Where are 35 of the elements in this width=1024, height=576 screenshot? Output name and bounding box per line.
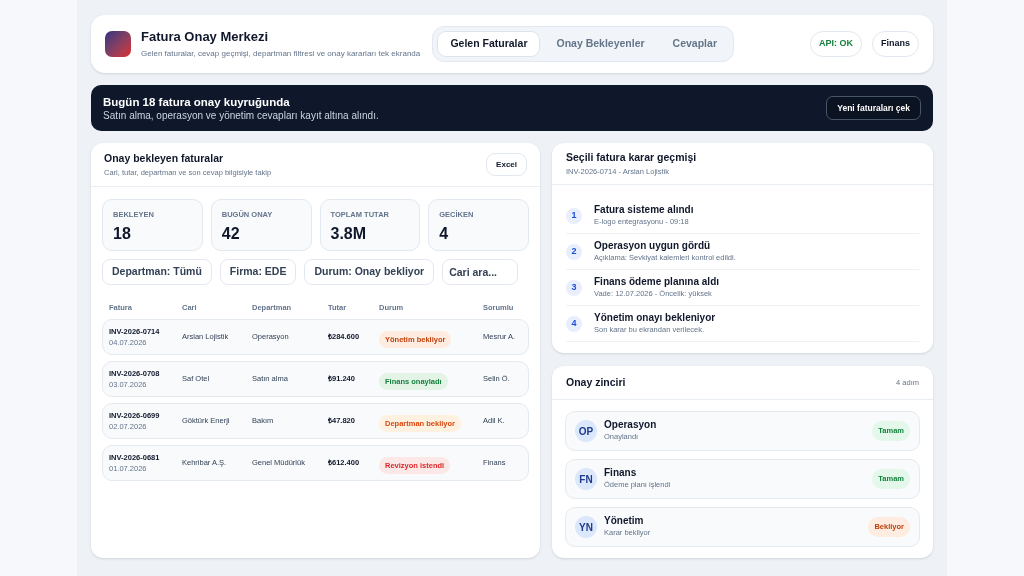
- fetch-button[interactable]: Yeni faturaları çek: [826, 96, 921, 120]
- panel-title: Onay zinciri: [566, 374, 626, 390]
- step-name: Finans: [604, 467, 638, 480]
- app-logo-icon: [105, 31, 131, 57]
- tab[interactable]: Onay Bekleyenler: [544, 31, 657, 57]
- step-number: 4: [566, 315, 582, 332]
- step-title: Operasyon uygun gördü: [594, 239, 712, 253]
- step-number: 3: [566, 279, 582, 296]
- tab[interactable]: Gelen Faturalar: [437, 31, 541, 57]
- filter-dropdown[interactable]: Firma: EDE: [219, 259, 297, 285]
- step-title: Finans ödeme planına aldı: [594, 275, 720, 289]
- step-number: 2: [566, 243, 582, 260]
- step-number: 1: [566, 207, 582, 224]
- step-title: Yönetim onayı bekleniyor: [594, 311, 716, 325]
- filter-dropdown[interactable]: Departman: Tümü: [102, 259, 212, 285]
- app-title: Fatura Onay Merkezi: [141, 28, 270, 45]
- step-title: Fatura sisteme alındı: [594, 203, 694, 217]
- stat-value: 18: [113, 224, 132, 245]
- tab[interactable]: Cevaplar: [660, 31, 729, 57]
- stat-value: 42: [221, 224, 241, 245]
- stat-value: 4: [439, 224, 450, 245]
- initials-avatar: YN: [575, 516, 597, 538]
- stat-value: 3.8M: [330, 224, 368, 245]
- step-name: Yönetim: [604, 515, 645, 528]
- search-field[interactable]: Cari ara...: [442, 259, 519, 285]
- panel-title: Seçili fatura karar geçmişi: [566, 150, 698, 165]
- app-subtitle: Gelen faturalar, cevap geçmişi, departman filtresi ve onay kararları tek ekranda: [141, 47, 421, 60]
- banner-subtitle: Satın alma, operasyon ve yönetim cevapları kayıt altına alındı.: [103, 108, 379, 122]
- filter-dropdown[interactable]: Durum: Onay bekliyor: [304, 259, 435, 285]
- initials-avatar: OP: [575, 420, 597, 442]
- step-name: Operasyon: [604, 419, 657, 432]
- initials-avatar: FN: [575, 468, 597, 490]
- panel-title: Onay bekleyen faturalar: [104, 151, 225, 166]
- excel-button[interactable]: Excel: [486, 153, 527, 176]
- banner-title: Bugün 18 fatura onay kuyruğunda: [103, 94, 291, 109]
